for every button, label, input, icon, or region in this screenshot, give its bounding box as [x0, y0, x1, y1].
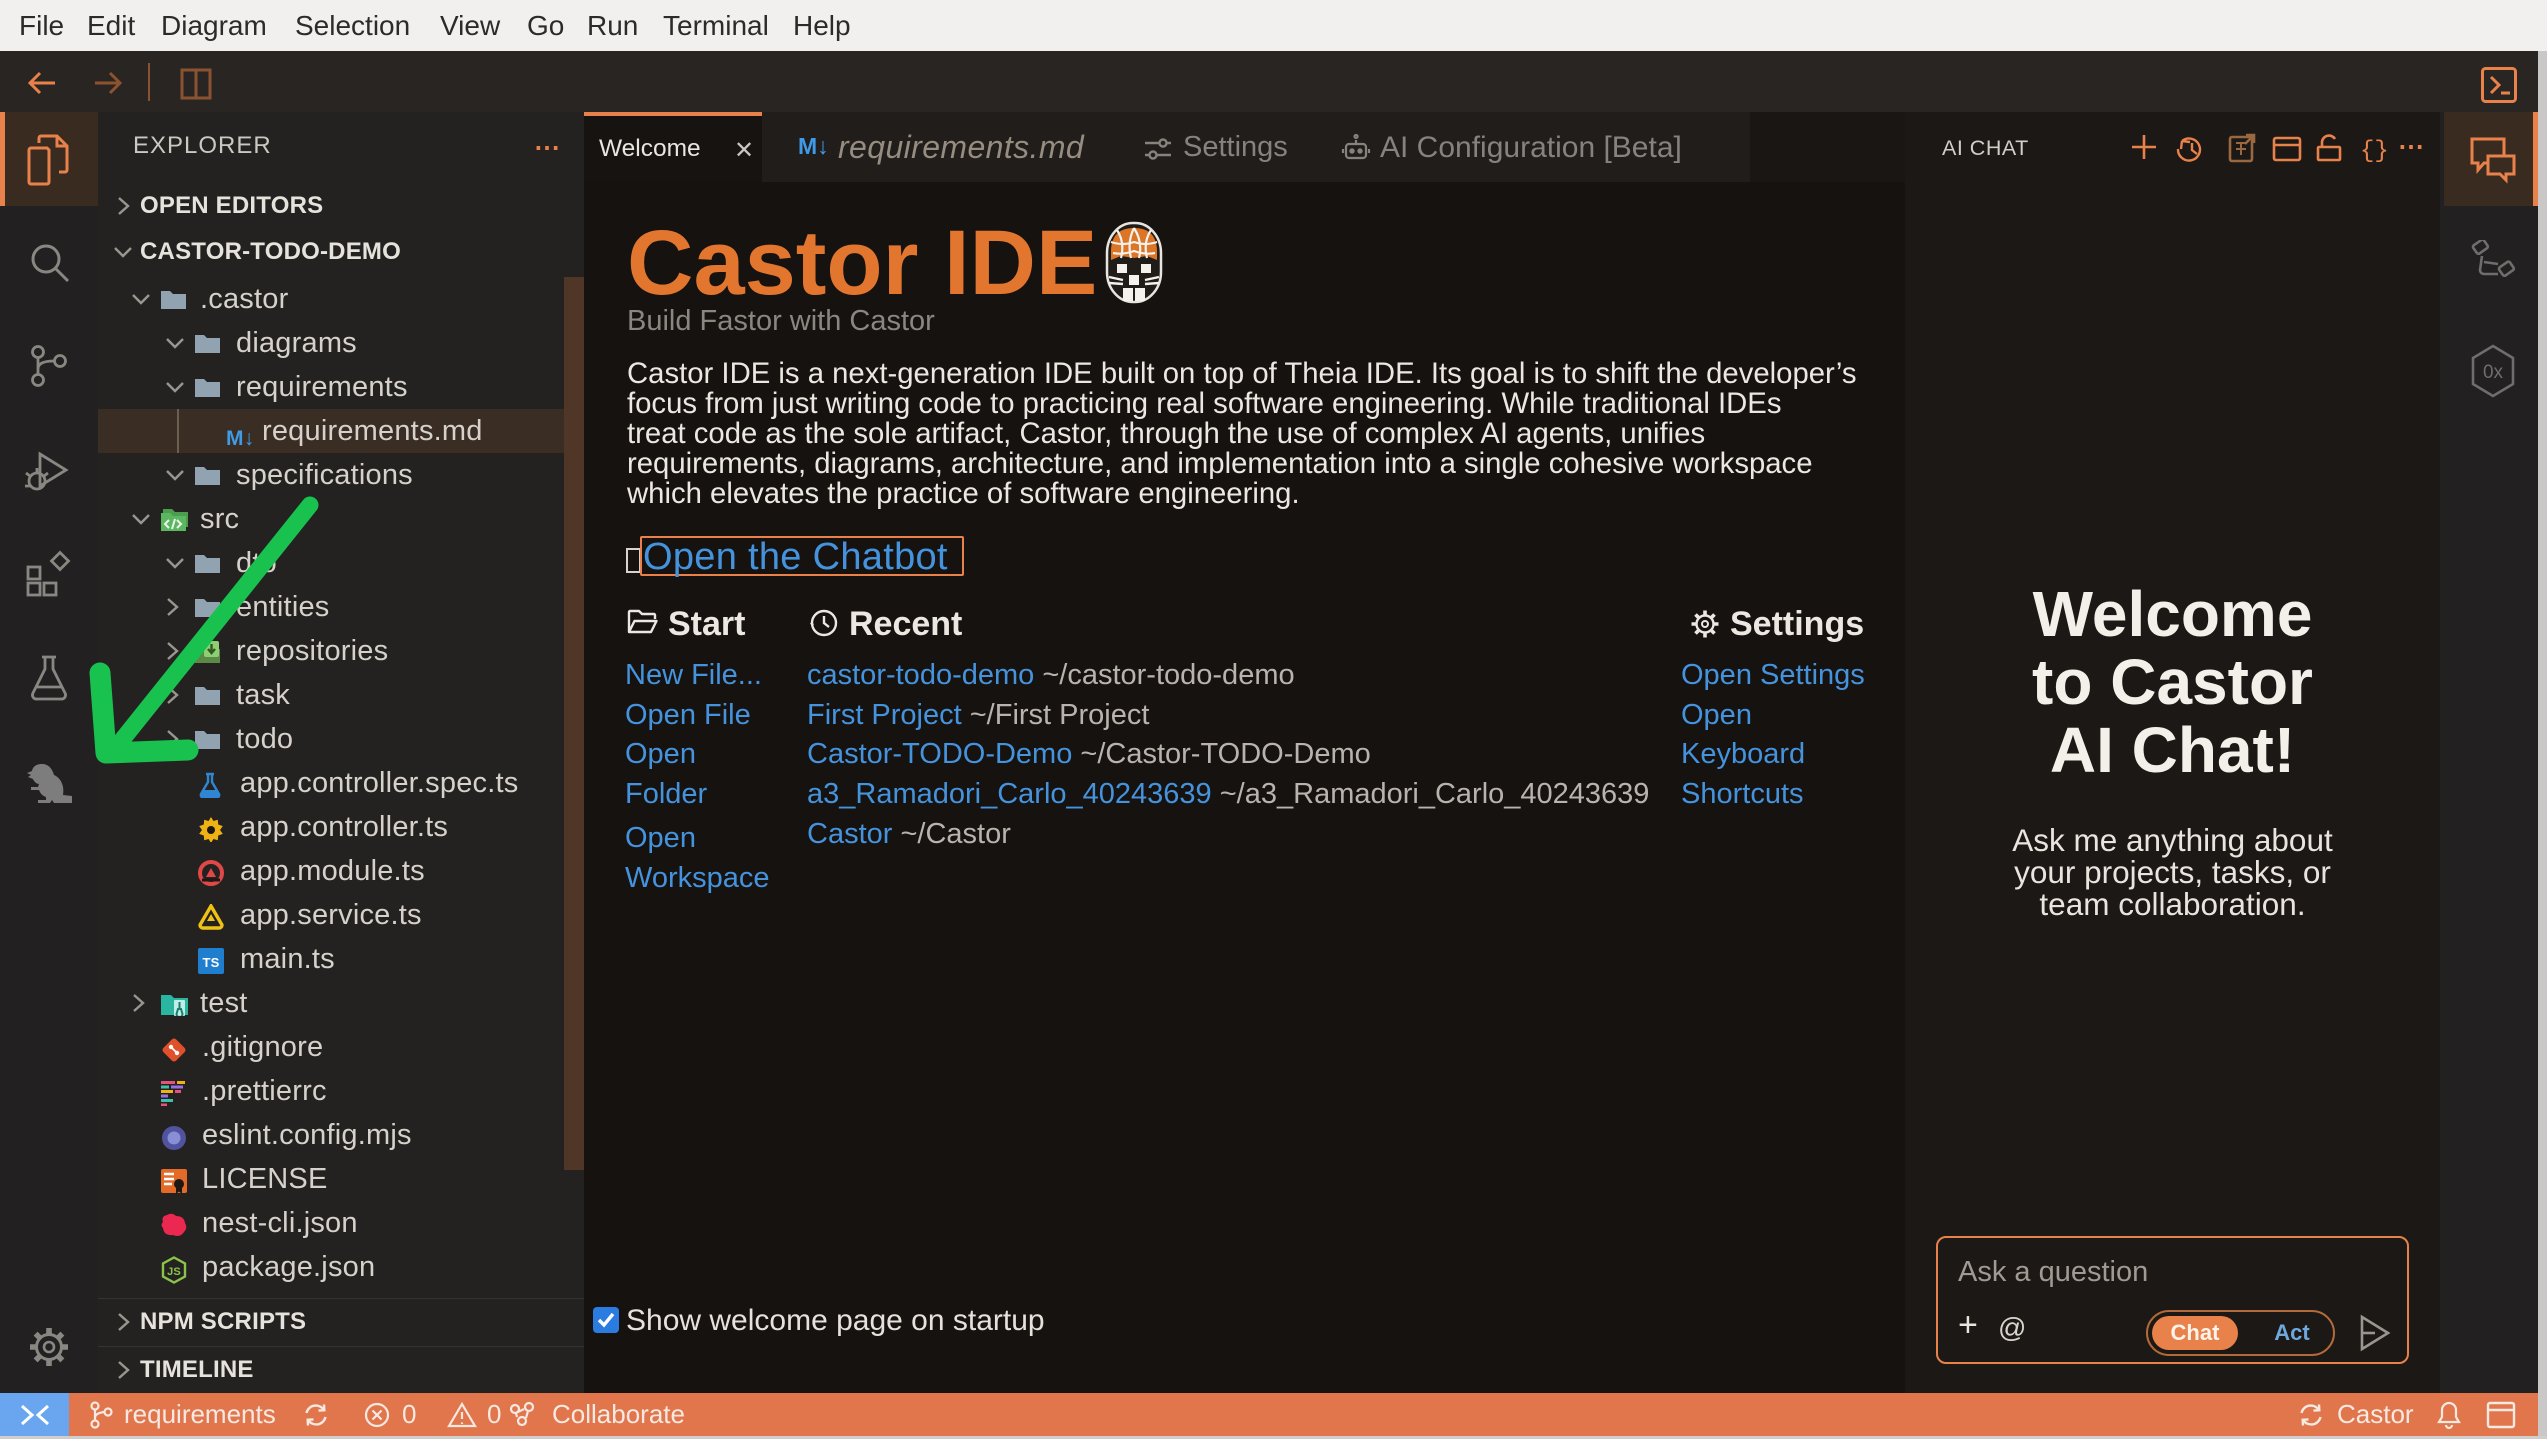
svg-text:0x: 0x	[2483, 362, 2504, 383]
svg-text:{}: {}	[2360, 138, 2389, 163]
svg-text:⋯: ⋯	[2398, 133, 2424, 161]
svg-text:JS: JS	[167, 1266, 181, 1278]
svg-text:TS: TS	[202, 955, 219, 970]
